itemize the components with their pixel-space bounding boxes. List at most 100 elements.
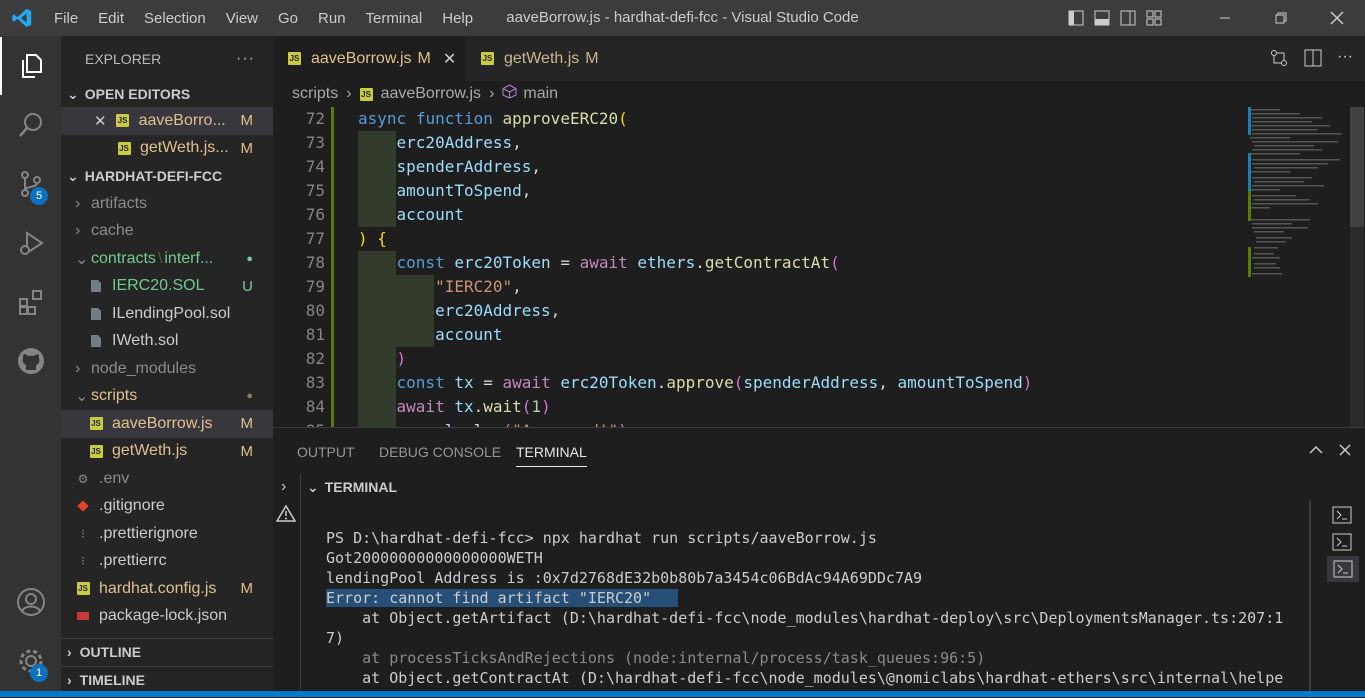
- run-debug-icon[interactable]: [0, 214, 61, 272]
- restore-icon[interactable]: [1253, 0, 1309, 36]
- line-number: 84: [305, 397, 325, 416]
- activity-bar: 5 1: [0, 36, 61, 697]
- tab-label: aaveBorrow.js: [311, 49, 412, 67]
- tree-item-ierc20[interactable]: IERC20.SOL U: [61, 273, 273, 301]
- minimize-icon[interactable]: [1197, 0, 1253, 36]
- tree-item-scripts[interactable]: ⌄ scripts ●: [61, 383, 273, 411]
- title-bar: File Edit Selection View Go Run Terminal…: [0, 0, 1365, 36]
- close-window-icon[interactable]: [1309, 0, 1365, 36]
- close-tab-icon[interactable]: ✕: [443, 49, 456, 69]
- editor-actions: ···: [1269, 48, 1353, 73]
- line-number: 75: [305, 181, 325, 200]
- tree-item-node-modules[interactable]: › node_modules: [61, 355, 273, 383]
- explorer-icon[interactable]: [0, 37, 61, 95]
- tree-item-cache[interactable]: › cache: [61, 218, 273, 246]
- menu-run[interactable]: Run: [308, 10, 356, 27]
- npm-icon: [75, 609, 91, 623]
- tree-item-prettierrc[interactable]: ⁝ .prettierrc: [61, 548, 273, 576]
- menu-go[interactable]: Go: [268, 10, 308, 27]
- tree-item-gitignore[interactable]: .gitignore: [61, 493, 273, 521]
- open-editor-getweth[interactable]: JS getWeth.js... M: [61, 135, 273, 163]
- terminal-output[interactable]: PS D:\hardhat-defi-fcc> npx hardhat run …: [326, 528, 1286, 688]
- minimap[interactable]: [1248, 107, 1350, 427]
- menu-selection[interactable]: Selection: [134, 10, 216, 27]
- modified-status: M: [240, 112, 254, 130]
- extensions-icon[interactable]: [0, 273, 61, 331]
- maximize-panel-icon[interactable]: [1308, 442, 1324, 463]
- tree-item-iweth[interactable]: IWeth.sol: [61, 328, 273, 356]
- code-editor[interactable]: 72 async function approveERC20( 73 erc20A…: [273, 107, 1365, 427]
- editor-scrollbar[interactable]: [1350, 107, 1364, 427]
- tab-aaveborrow[interactable]: JS aaveBorrow.js M ✕: [273, 36, 465, 81]
- source-control-icon[interactable]: 5: [0, 155, 61, 213]
- split-editor-icon[interactable]: [1303, 48, 1323, 73]
- tree-item-label: contracts: [91, 249, 156, 267]
- menu-file[interactable]: File: [44, 10, 88, 27]
- js-file-icon: JS: [76, 582, 90, 596]
- tree-item-artifacts[interactable]: › artifacts: [61, 190, 273, 218]
- tree-item-getweth[interactable]: JS getWeth.js M: [61, 438, 273, 466]
- terminal-header[interactable]: ⌄ TERMINAL: [301, 474, 1365, 500]
- terminal-line: at Object.getContractAt (D:\hardhat-defi…: [326, 669, 1284, 687]
- tree-item-package-lock[interactable]: package-lock.json: [61, 603, 273, 631]
- open-editors-section[interactable]: ⌄ OPEN EDITORS: [61, 81, 273, 107]
- customize-layout-icon[interactable]: [1141, 0, 1167, 36]
- breadcrumb-symbol[interactable]: main: [523, 85, 558, 103]
- chevron-right-icon[interactable]: ›: [281, 478, 286, 496]
- search-icon[interactable]: [0, 96, 61, 154]
- tree-item-aaveborrow[interactable]: JS aaveBorrow.js M: [61, 410, 273, 438]
- accounts-icon[interactable]: [0, 573, 61, 631]
- terminal-instance-icon[interactable]: [1331, 504, 1353, 526]
- tree-item-prettierignore[interactable]: ⁝ .prettierignore: [61, 520, 273, 548]
- outline-section[interactable]: › OUTLINE: [61, 638, 273, 664]
- untracked-dot: ●: [246, 252, 253, 265]
- menu-view[interactable]: View: [216, 10, 268, 27]
- close-panel-icon[interactable]: [1337, 442, 1353, 463]
- tab-output[interactable]: OUTPUT: [297, 444, 355, 460]
- line-number: 76: [305, 205, 325, 224]
- warning-icon[interactable]: [275, 504, 297, 527]
- compare-changes-icon[interactable]: [1269, 48, 1289, 73]
- github-icon[interactable]: [0, 332, 61, 390]
- tab-debug-console[interactable]: DEBUG CONSOLE: [379, 444, 501, 460]
- tab-getweth[interactable]: JS getWeth.js M: [467, 36, 637, 81]
- terminal-instance-icon-active[interactable]: [1327, 556, 1359, 582]
- close-editor-icon[interactable]: ✕: [94, 112, 107, 130]
- timeline-section[interactable]: › TIMELINE: [61, 666, 273, 692]
- menu-edit[interactable]: Edit: [88, 10, 134, 27]
- line-number: 85: [273, 419, 325, 427]
- menu-help[interactable]: Help: [432, 10, 483, 27]
- title-controls: [1063, 0, 1365, 36]
- line-number: 74: [305, 157, 325, 176]
- tree-item-env[interactable]: ⚙ .env: [61, 465, 273, 493]
- toggle-secondary-sidebar-icon[interactable]: [1115, 0, 1141, 36]
- explorer-more-button[interactable]: ···: [236, 50, 255, 68]
- line-number: 81: [305, 325, 325, 344]
- open-editor-aaveborrow[interactable]: ✕ JS aaveBorro... M: [61, 107, 273, 135]
- tree-item-ilendingpool[interactable]: ILendingPool.sol: [61, 300, 273, 328]
- js-file-icon: JS: [116, 114, 130, 128]
- tree-item-label: package-lock.json: [99, 607, 228, 625]
- tab-terminal[interactable]: TERMINAL: [516, 444, 587, 467]
- tree-item-label: getWeth.js: [112, 442, 188, 460]
- file-icon: [88, 307, 104, 321]
- terminal-scrollbar[interactable]: [1309, 500, 1311, 698]
- more-actions-icon[interactable]: ···: [1337, 48, 1353, 73]
- settings-gear-icon[interactable]: 1: [0, 632, 61, 690]
- terminal-instance-list: [1323, 500, 1365, 698]
- terminal-instance-icon[interactable]: [1331, 531, 1353, 553]
- breadcrumb-folder[interactable]: scripts: [292, 85, 338, 103]
- menu-terminal[interactable]: Terminal: [356, 10, 433, 27]
- modified-status: M: [585, 49, 599, 67]
- tree-item-contracts[interactable]: ⌄ contracts \ interf... ●: [61, 245, 273, 273]
- breadcrumb: scripts › JS aaveBorrow.js › main: [273, 81, 1365, 107]
- file-icon: [88, 279, 104, 293]
- js-file-icon: JS: [481, 52, 494, 65]
- status-bar: [0, 691, 1365, 697]
- tree-item-hardhat-config[interactable]: JS hardhat.config.js M: [61, 575, 273, 603]
- breadcrumb-file[interactable]: aaveBorrow.js: [381, 85, 482, 103]
- toggle-sidebar-icon[interactable]: [1063, 0, 1089, 36]
- prettier-icon: ⁝: [81, 554, 85, 569]
- toggle-panel-icon[interactable]: [1089, 0, 1115, 36]
- project-section[interactable]: ⌄ HARDHAT-DEFI-FCC: [61, 162, 273, 190]
